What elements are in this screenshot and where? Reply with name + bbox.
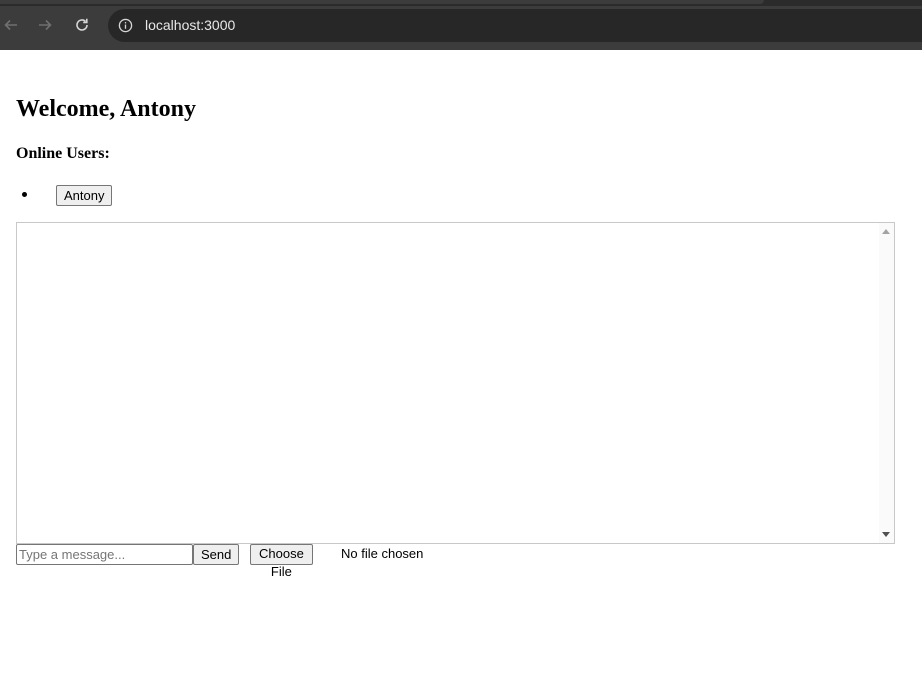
arrow-left-icon	[4, 19, 17, 31]
scrollbar[interactable]	[879, 223, 894, 543]
scroll-up-arrow-icon[interactable]	[882, 229, 890, 234]
back-button[interactable]	[0, 14, 22, 36]
tab-strip	[0, 0, 922, 6]
user-button[interactable]: Antony	[56, 185, 113, 206]
page-title: Welcome, Antony	[16, 96, 196, 122]
message-area[interactable]	[16, 222, 895, 544]
reload-button[interactable]	[71, 14, 93, 36]
send-button[interactable]: Send	[193, 544, 240, 565]
scroll-down-arrow-icon[interactable]	[882, 532, 890, 537]
arrow-right-icon	[39, 19, 52, 31]
address-bar[interactable]: localhost:3000	[108, 9, 922, 42]
active-tab[interactable]	[0, 0, 764, 4]
online-users-heading: Online Users:	[16, 145, 110, 162]
message-input[interactable]	[16, 544, 193, 565]
address-url[interactable]: localhost:3000	[145, 17, 235, 33]
file-status: No file chosen	[341, 546, 424, 561]
info-icon[interactable]	[118, 18, 133, 33]
reload-icon	[76, 18, 88, 31]
forward-button[interactable]	[34, 14, 56, 36]
bullet-icon	[22, 192, 27, 197]
browser-toolbar: localhost:3000	[0, 0, 922, 50]
choose-file-button[interactable]: Choose File	[250, 544, 313, 579]
